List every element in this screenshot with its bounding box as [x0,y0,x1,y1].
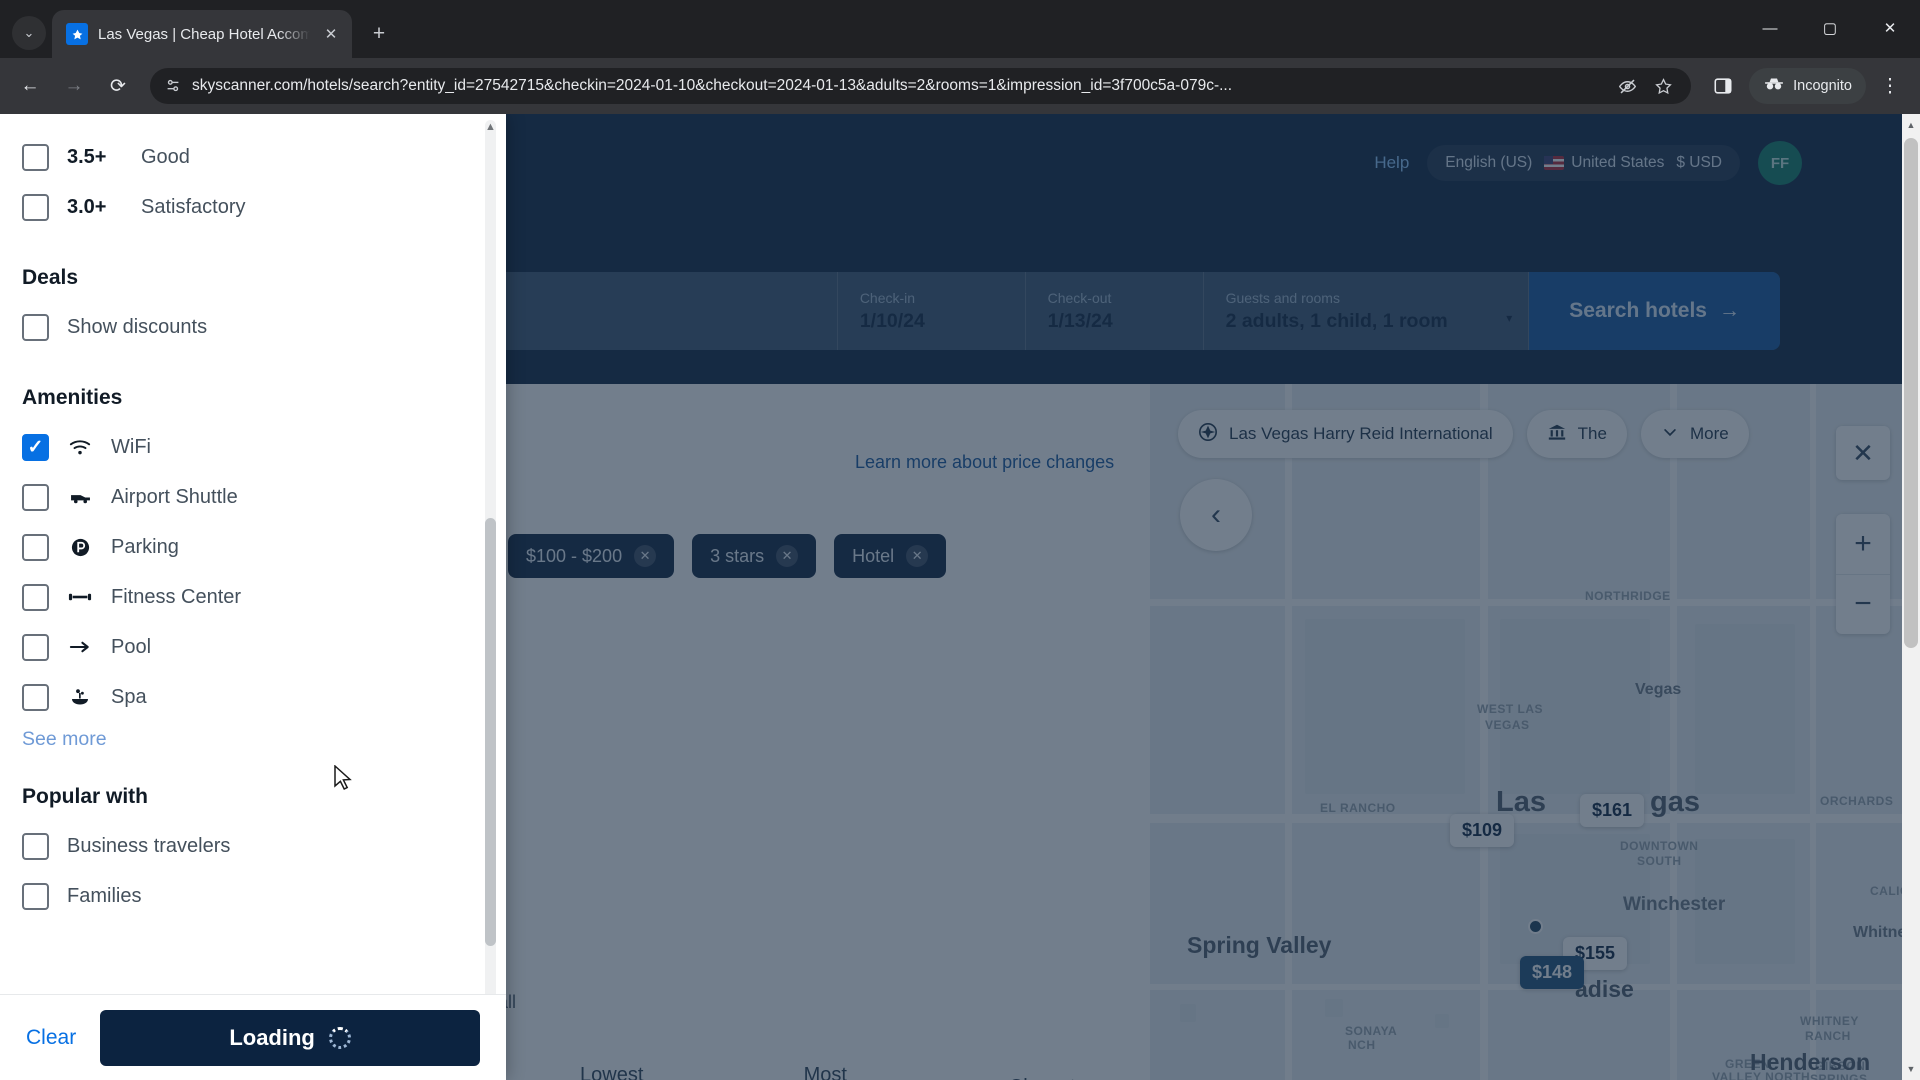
scroll-down-arrow-icon[interactable]: ▼ [1902,1060,1920,1078]
checkbox[interactable] [22,433,49,461]
tab-close-icon[interactable]: ✕ [320,23,342,45]
filter-amenity-spa[interactable]: Spa [22,672,484,722]
checkbox[interactable] [22,633,49,661]
back-icon[interactable]: ← [10,66,50,106]
spa-icon [67,688,93,706]
filters-scrollbar-thumb[interactable] [485,518,496,946]
apply-filters-label: Loading [229,1024,315,1050]
window-close-button[interactable]: ✕ [1860,6,1920,50]
three-dot-menu-icon[interactable]: ⋮ [1870,66,1910,106]
page-viewport: Help English (US) United States $ USD FF… [0,114,1920,1080]
filter-amenity-airport-shuttle[interactable]: Airport Shuttle [22,472,484,522]
address-bar[interactable]: skyscanner.com/hotels/search?entity_id=2… [150,68,1692,104]
amenities-see-more-link[interactable]: See more [22,728,107,751]
browser-tab[interactable]: Las Vegas | Cheap Hotel Accom ✕ [52,10,352,58]
filter-label: Fitness Center [111,585,242,608]
incognito-label: Incognito [1793,78,1852,94]
bookmark-star-icon[interactable] [1649,72,1677,100]
filter-rating-good[interactable]: 3.5+ Good [22,132,484,182]
window-controls: — ▢ ✕ [1740,6,1920,50]
window-maximize-button[interactable]: ▢ [1800,6,1860,50]
rating-label: Satisfactory [141,195,246,218]
section-heading-deals: Deals [22,266,79,289]
incognito-indicator[interactable]: Incognito [1749,68,1866,104]
parking-icon [67,537,93,558]
filter-label: Families [67,884,142,907]
tab-strip: ⌄ Las Vegas | Cheap Hotel Accom ✕ + — ▢ … [0,0,1920,58]
tab-search-chevron-icon[interactable]: ⌄ [12,16,46,50]
tab-title: Las Vegas | Cheap Hotel Accom [98,25,310,43]
site-settings-icon[interactable] [164,77,182,95]
checkbox[interactable] [22,483,49,511]
eye-slash-icon[interactable] [1613,72,1641,100]
clear-filters-button[interactable]: Clear [26,1026,76,1050]
rating-score: 3.5+ [67,145,107,168]
filters-scroll-up-arrow-icon[interactable]: ▲ [485,120,496,134]
checkbox[interactable] [22,683,49,711]
filters-panel: 3.5+ Good 3.0+ Satisfactory Deals Show d… [0,114,506,1080]
filter-label: WiFi [111,435,151,458]
filter-label: Spa [111,685,147,708]
filter-amenity-wifi[interactable]: WiFi [22,422,484,472]
url-text: skyscanner.com/hotels/search?entity_id=2… [192,77,1233,94]
filter-amenity-pool[interactable]: Pool [22,622,484,672]
dumbbell-icon [67,590,93,604]
shuttle-icon [67,489,93,506]
rating-score: 3.0+ [67,195,107,218]
page-scrollbar-thumb[interactable] [1904,138,1918,648]
wifi-icon [67,439,93,456]
forward-icon[interactable]: → [54,66,94,106]
side-panel-icon[interactable] [1703,66,1743,106]
filter-label: Business travelers [67,834,231,857]
checkbox[interactable] [22,533,49,561]
rating-label: Good [141,145,190,168]
filter-label: Show discounts [67,315,208,338]
spinner-icon [328,1026,351,1049]
checkbox[interactable] [22,313,49,341]
section-heading-amenities: Amenities [22,386,123,409]
filters-content: 3.5+ Good 3.0+ Satisfactory Deals Show d… [0,132,506,921]
browser-window: ⌄ Las Vegas | Cheap Hotel Accom ✕ + — ▢ … [0,0,1920,1080]
checkbox[interactable] [22,143,49,171]
page-scrollbar[interactable]: ▲ ▼ [1902,114,1920,1080]
pool-icon [67,639,93,655]
filter-families[interactable]: Families [22,871,484,921]
section-heading-popular-with: Popular with [22,785,148,808]
checkbox[interactable] [22,583,49,611]
filters-scroll-area[interactable]: 3.5+ Good 3.0+ Satisfactory Deals Show d… [0,114,506,994]
filter-business-travelers[interactable]: Business travelers [22,821,484,871]
filter-show-discounts[interactable]: Show discounts [22,302,484,352]
checkbox[interactable] [22,882,49,910]
filter-amenity-parking[interactable]: Parking [22,522,484,572]
filter-label: Airport Shuttle [111,485,238,508]
window-minimize-button[interactable]: — [1740,6,1800,50]
reload-icon[interactable]: ⟳ [98,66,138,106]
scroll-up-arrow-icon[interactable]: ▲ [1902,116,1920,134]
new-tab-button[interactable]: + [362,17,396,51]
omnibox-actions [1613,72,1677,100]
filter-amenity-fitness-center[interactable]: Fitness Center [22,572,484,622]
checkbox[interactable] [22,832,49,860]
filter-rating-satisfactory[interactable]: 3.0+ Satisfactory [22,182,484,232]
filters-footer: Clear Loading [0,994,506,1080]
filter-label: Parking [111,535,179,558]
filters-scrollbar[interactable]: ▲ ▼ [485,120,496,994]
incognito-icon [1763,76,1785,96]
apply-filters-button[interactable]: Loading [100,1009,480,1066]
browser-toolbar: ← → ⟳ skyscanner.com/hotels/search?entit… [0,58,1920,114]
skyscanner-favicon-icon [66,23,88,45]
checkbox[interactable] [22,193,49,221]
filter-label: Pool [111,635,152,658]
